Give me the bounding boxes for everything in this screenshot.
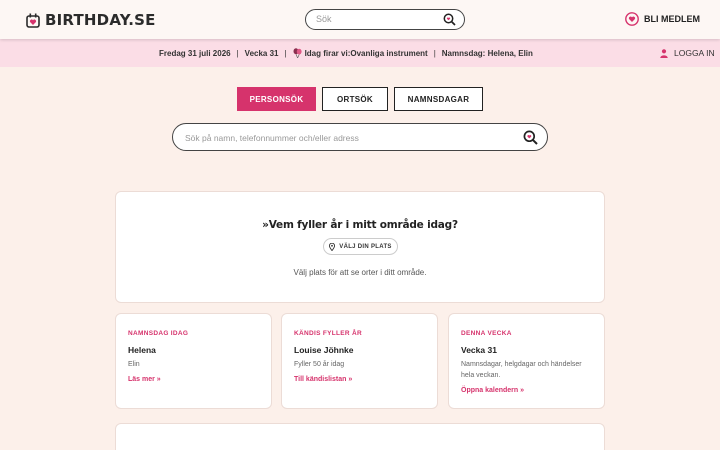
tab-ortsok[interactable]: ORTSÖK [322,87,388,111]
choose-place-label: VÄLJ DIN PLATS [339,243,392,250]
become-member-label: BLI MEDLEM [644,14,700,24]
location-pin-icon [329,242,336,251]
main-search-input[interactable]: Sök på namn, telefonnummer och/eller adr… [172,123,548,151]
theme-day[interactable]: Idag firar vi:Ovanliga instrument [305,49,428,58]
choose-place-button[interactable]: VÄLJ DIN PLATS [323,238,398,255]
card-text: Namnsdagar, helgdagar och händelser hela… [461,361,582,379]
tab-namnsdagar[interactable]: NAMNSDAGAR [394,87,483,111]
local-birthdays-subtext: Välj plats för att se orter i ditt områd… [293,268,427,277]
celebrity-list-link[interactable]: Till kändislistan » [294,376,352,383]
card-title: Helena [128,345,156,355]
current-date: Fredag 31 juli 2026 [159,48,231,58]
nameday-card: NAMNSDAG IDAG Helena Elin Läs mer » [115,313,272,409]
search-tabs: PERSONSÖK ORTSÖK NAMNSDAGAR [237,87,483,111]
card-label: DENNA VECKA [461,330,512,337]
header-search-placeholder: Sök [316,14,332,24]
header-search-input[interactable]: Sök [305,9,465,30]
card-text: Elin [128,361,140,368]
info-bar: Fredag 31 juli 2026 | Vecka 31 | Idag fi… [0,39,720,67]
card-text: Fyller 50 år idag [294,361,345,368]
search-icon[interactable] [443,13,456,26]
card-label: KÄNDIS FYLLER ÅR [294,330,362,337]
divider: | [433,48,436,58]
user-icon [660,48,668,58]
card-title: Louise Jöhnke [294,345,354,355]
heart-icon [625,12,639,26]
local-birthdays-question: »Vem fyller år i mitt område idag? [262,219,458,231]
open-calendar-link[interactable]: Öppna kalendern » [461,387,524,394]
site-logo[interactable]: BIRTHDAY.SE [26,11,156,29]
divider: | [236,48,239,58]
divider: | [284,48,287,58]
this-week-card: DENNA VECKA Vecka 31 Namnsdagar, helgdag… [448,313,605,409]
login-button[interactable]: LOGGA IN [660,48,715,58]
read-more-link[interactable]: Läs mer » [128,376,161,383]
current-week[interactable]: Vecka 31 [245,49,279,58]
tab-personsok[interactable]: PERSONSÖK [237,87,316,111]
logo-text: BIRTHDAY.SE [45,11,156,29]
site-header: BIRTHDAY.SE Sök BLI MEDLEM [0,0,720,39]
bottom-card [115,423,605,450]
nameday-info[interactable]: Namnsdag: Helena, Elin [442,49,533,58]
login-label: LOGGA IN [674,48,715,58]
calendar-heart-icon [26,13,40,28]
card-label: NAMNSDAG IDAG [128,330,189,337]
card-title: Vecka 31 [461,345,497,355]
celebrity-birthday-card: KÄNDIS FYLLER ÅR Louise Jöhnke Fyller 50… [281,313,438,409]
local-birthdays-card: »Vem fyller år i mitt område idag? VÄLJ … [115,191,605,303]
main-search-placeholder: Sök på namn, telefonnummer och/eller adr… [185,133,359,143]
balloon-icon [293,48,302,58]
search-icon[interactable] [523,130,538,145]
become-member-button[interactable]: BLI MEDLEM [625,12,700,26]
